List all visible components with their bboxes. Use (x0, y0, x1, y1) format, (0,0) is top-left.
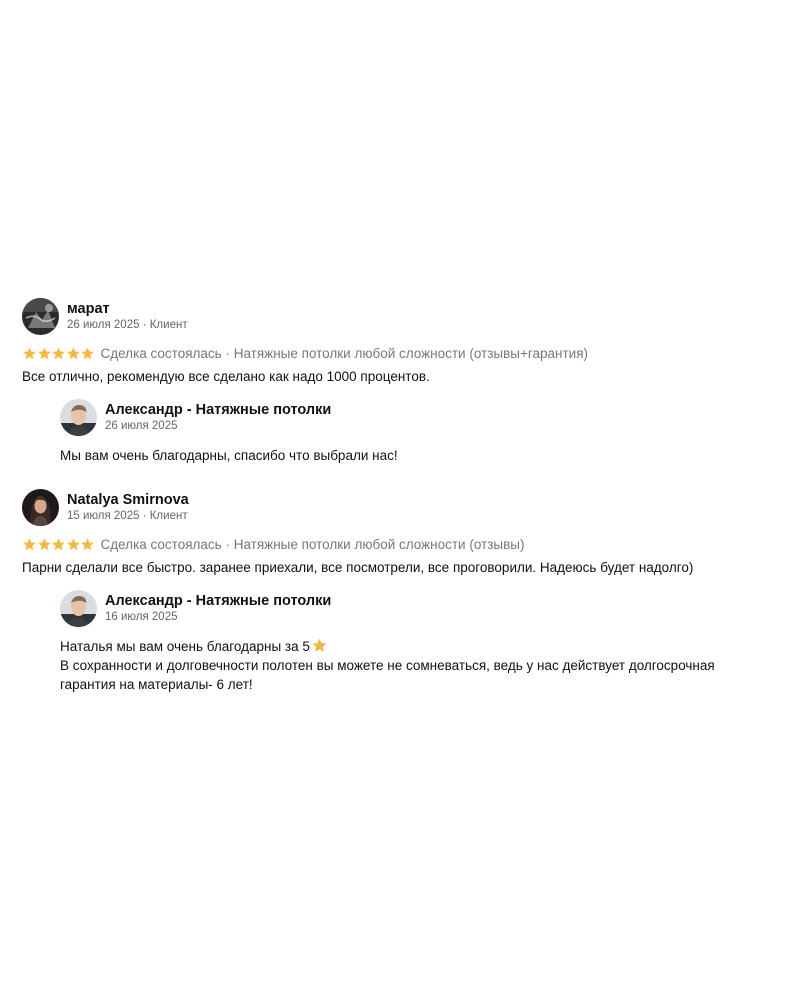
user-avatar[interactable] (22, 488, 59, 526)
star-icon (52, 537, 65, 550)
reply-author-name[interactable]: Александр - Натяжные потолки (105, 592, 331, 610)
reply-text: Мы вам очень благодарны, спасибо что выб… (60, 448, 398, 463)
review-author-row: марат 26 июля 2025 · Клиент (22, 296, 782, 336)
review-text: Парни сделали все быстро. заранее приеха… (22, 560, 694, 575)
star-icon (52, 346, 65, 359)
star-icon (81, 346, 94, 359)
company-link[interactable]: Натяжные потолки любой сложности (отзывы… (234, 346, 588, 361)
star-icon (66, 346, 80, 359)
star-rating (22, 346, 95, 361)
star-icon (23, 346, 36, 359)
owner-avatar[interactable] (60, 589, 97, 627)
owner-avatar[interactable] (60, 398, 97, 436)
review-card: Natalya Smirnova 15 июля 2025 · Клиент С… (22, 487, 782, 694)
owner-reply: Александр - Натяжные потолки 26 июля 202… (60, 397, 782, 465)
review-date-role: 15 июля 2025 · Клиент (67, 509, 188, 522)
reply-author-name[interactable]: Александр - Натяжные потолки (105, 401, 331, 419)
star-icon (81, 537, 94, 550)
owner-reply: Александр - Натяжные потолки 16 июля 202… (60, 588, 782, 694)
rating-row: Сделка состоялась · Натяжные потолки люб… (22, 535, 782, 553)
star-icon (23, 537, 36, 550)
review-text: Все отлично, рекомендую все сделано как … (22, 369, 430, 384)
rating-row: Сделка состоялась · Натяжные потолки люб… (22, 344, 782, 362)
company-link[interactable]: Натяжные потолки любой сложности (отзывы… (234, 537, 525, 552)
review-card: марат 26 июля 2025 · Клиент Сделка состо… (22, 296, 782, 465)
reply-date: 16 июля 2025 (105, 610, 178, 623)
deal-info: Сделка состоялась · Натяжные потолки люб… (100, 345, 589, 361)
user-avatar[interactable] (22, 297, 59, 335)
review-author-row: Natalya Smirnova 15 июля 2025 · Клиент (22, 487, 782, 527)
star-emoji-icon (312, 639, 326, 652)
reply-author-row: Александр - Натяжные потолки 26 июля 202… (60, 397, 782, 437)
star-icon (37, 537, 51, 550)
reply-author-row: Александр - Натяжные потолки 16 июля 202… (60, 588, 782, 628)
review-author-name[interactable]: Natalya Smirnova (67, 491, 189, 509)
reply-date: 26 июля 2025 (105, 419, 178, 432)
deal-info: Сделка состоялась · Натяжные потолки люб… (100, 536, 525, 552)
star-icon (66, 537, 80, 550)
review-author-name[interactable]: марат (67, 300, 188, 318)
review-date-role: 26 июля 2025 · Клиент (67, 318, 188, 331)
reviews-list: марат 26 июля 2025 · Клиент Сделка состо… (22, 296, 782, 694)
star-rating (22, 537, 95, 552)
reply-text: Наталья мы вам очень благодарны за 5 В с… (60, 639, 715, 692)
star-icon (37, 346, 51, 359)
